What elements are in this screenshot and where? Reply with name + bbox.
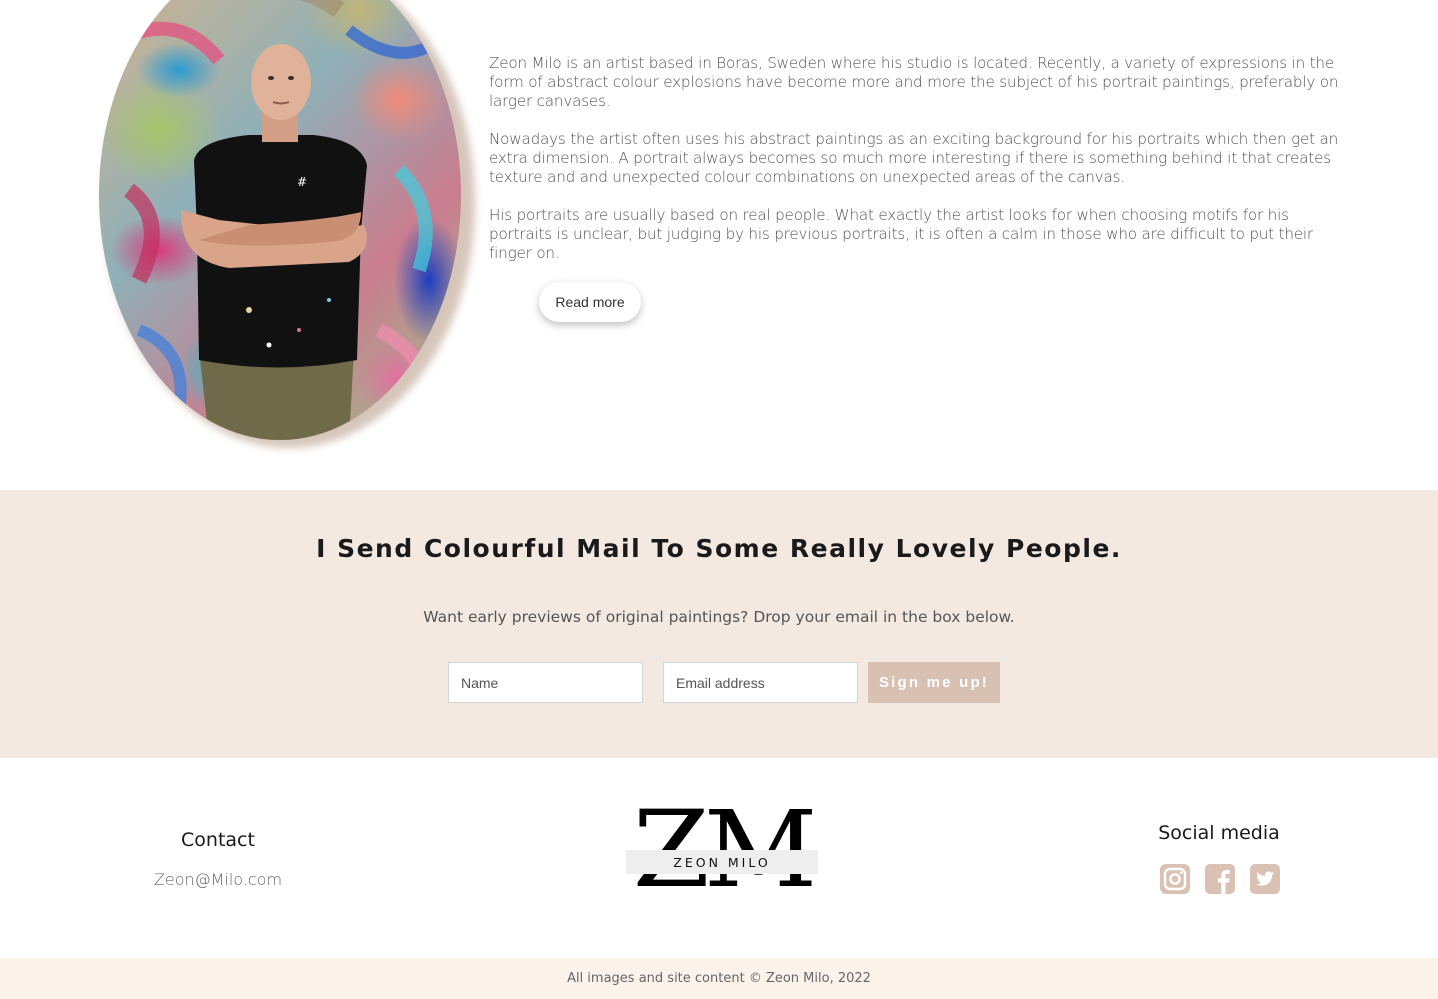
- about-paragraph-1: Zeon Milo is an artist based in Boras, S…: [489, 54, 1339, 110]
- svg-text:#: #: [297, 175, 307, 189]
- sign-up-button[interactable]: Sign me up!: [868, 662, 1000, 703]
- artist-portrait-image: #: [99, 0, 461, 440]
- email-input[interactable]: [663, 662, 858, 703]
- artist-figure: #: [115, 0, 443, 440]
- name-input[interactable]: [448, 662, 643, 703]
- read-more-button[interactable]: Read more: [539, 282, 641, 322]
- social-media-heading: Social media: [1158, 822, 1280, 844]
- footer: Contact Zeon@Milo.com ZM ZEON MILO Socia…: [0, 758, 1438, 958]
- about-paragraph-2: Nowadays the artist often uses his abstr…: [489, 130, 1339, 186]
- newsletter-section: I Send Colourful Mail To Some Really Lov…: [0, 490, 1438, 758]
- facebook-icon[interactable]: [1205, 864, 1235, 894]
- copyright-text: All images and site content © Zeon Milo,…: [567, 971, 871, 986]
- zeon-milo-logo[interactable]: ZM ZEON MILO: [626, 790, 818, 910]
- newsletter-subtitle: Want early previews of original painting…: [423, 608, 1015, 626]
- about-section: # Zeon Milo is an artist based in Boras,…: [0, 0, 1438, 490]
- contact-email-link[interactable]: Zeon@Milo.com: [118, 870, 318, 889]
- contact-heading: Contact: [181, 829, 255, 851]
- newsletter-title: I Send Colourful Mail To Some Really Lov…: [316, 534, 1122, 563]
- copyright-bar: All images and site content © Zeon Milo,…: [0, 958, 1438, 999]
- instagram-icon[interactable]: [1160, 864, 1190, 894]
- about-paragraph-3: His portraits are usually based on real …: [489, 206, 1313, 262]
- about-text: Zeon Milo is an artist based in Boras, S…: [489, 54, 1349, 282]
- twitter-icon[interactable]: [1250, 864, 1280, 894]
- logo-name-band: ZEON MILO: [626, 850, 818, 874]
- social-icons: [1160, 864, 1280, 894]
